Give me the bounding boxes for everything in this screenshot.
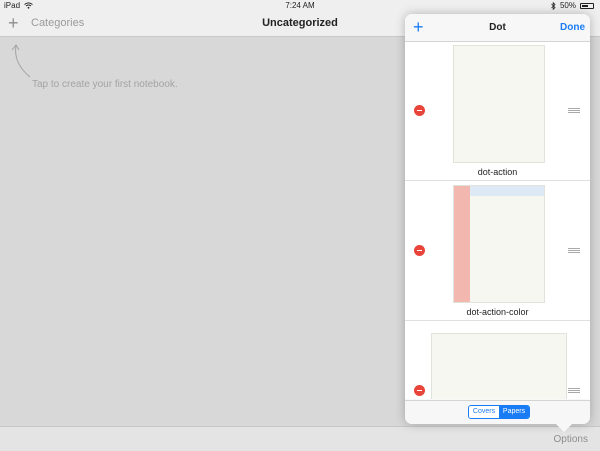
status-bar: iPad 7:24 AM 50% [0,0,600,12]
covers-papers-segmented-control: Covers Papers [468,405,530,419]
paper-thumbnail [453,185,545,303]
bottom-toolbar: Options [0,426,600,451]
paper-thumbnail [431,333,567,399]
status-right: 50% [551,1,594,10]
popover-arrow [556,424,572,432]
reorder-handle-icon[interactable] [568,248,580,254]
popover-header: + Dot Done [405,14,590,42]
reorder-handle-icon[interactable] [568,108,580,114]
done-button[interactable]: Done [560,22,585,33]
options-button[interactable]: Options [554,434,588,445]
paper-name: dot-action [477,167,518,177]
reorder-handle-icon[interactable] [568,388,580,394]
segment-covers[interactable]: Covers [469,406,499,418]
paper-color-sidebar [454,186,470,302]
paper-list[interactable]: dot-action dot-action-color [405,42,590,399]
delete-paper-button[interactable] [414,245,425,256]
curved-arrow-icon [11,44,31,78]
delete-paper-button[interactable] [414,105,425,116]
segment-papers[interactable]: Papers [499,406,529,418]
paper-thumbnail [453,45,545,163]
empty-hint: Tap to create your first notebook. [32,79,178,90]
delete-paper-button[interactable] [414,385,425,396]
paper-row[interactable]: dot-action [405,42,590,181]
paper-name: dot-action-color [466,307,529,317]
paper-row[interactable] [405,321,590,399]
battery-icon [580,2,594,9]
battery-percent: 50% [559,1,576,10]
paper-row[interactable]: dot-action-color [405,181,590,321]
status-time: 7:24 AM [285,1,315,10]
paper-popover: + Dot Done dot-action dot-action-color C… [405,14,590,424]
paper-color-header [470,186,544,196]
segment-bar: Covers Papers [405,400,590,424]
bluetooth-icon [551,1,556,10]
